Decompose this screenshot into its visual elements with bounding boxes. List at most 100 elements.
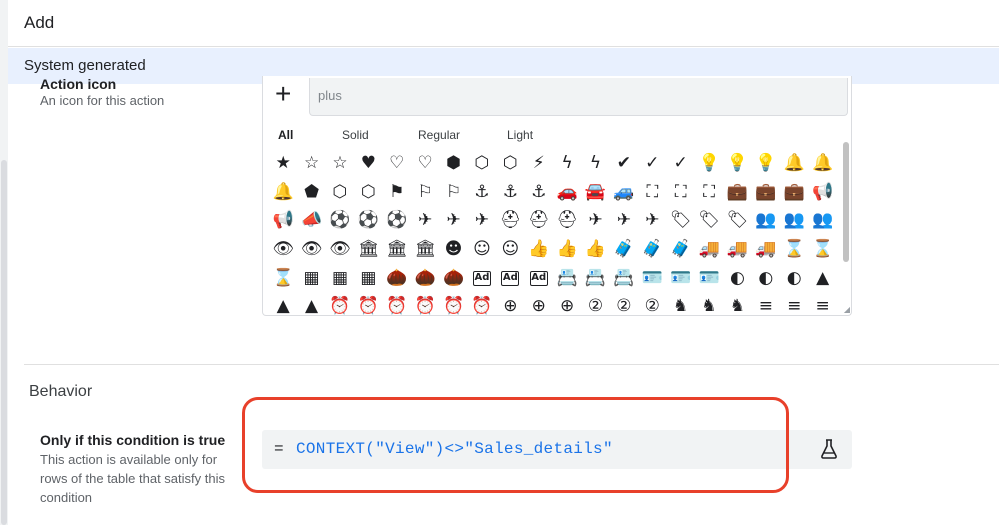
icon-option-41-icon[interactable]: 📣	[297, 206, 325, 235]
icon-option-70-icon[interactable]: 👍	[553, 235, 581, 264]
icon-option-66-icon[interactable]: ☻	[439, 235, 467, 264]
tab-regular[interactable]: Regular	[418, 128, 460, 142]
icon-option-9-icon[interactable]: ⚡	[525, 149, 553, 178]
icon-option-60-icon[interactable]: 👁	[269, 235, 297, 264]
icon-option-119-icon[interactable]: ≡	[808, 292, 836, 315]
icon-option-20-icon[interactable]: 🔔	[269, 178, 297, 207]
icon-option-86-icon[interactable]: 🌰	[439, 264, 467, 293]
tab-solid[interactable]: Solid	[342, 128, 369, 142]
icon-option-116-icon[interactable]: ♞	[723, 292, 751, 315]
icon-option-38-icon[interactable]: 💼	[780, 178, 808, 207]
icon-option-4-icon[interactable]: ♡	[383, 149, 411, 178]
icon-grid-scrollbar[interactable]	[843, 142, 849, 314]
icon-grid-scrollbar-thumb[interactable]	[843, 142, 849, 262]
icon-option-58-icon[interactable]: 👥	[780, 206, 808, 235]
icon-option-34-icon[interactable]: ⛶	[666, 178, 694, 207]
icon-option-114-icon[interactable]: ♞	[666, 292, 694, 315]
icon-option-95-icon[interactable]: 🪪	[695, 264, 723, 293]
icon-option-76-icon[interactable]: 🚚	[723, 235, 751, 264]
icon-option-111-icon[interactable]: ②	[581, 292, 609, 315]
icon-option-69-icon[interactable]: 👍	[525, 235, 553, 264]
icon-option-109-icon[interactable]: ⊕	[525, 292, 553, 315]
icon-option-11-icon[interactable]: ϟ	[581, 149, 609, 178]
icon-option-68-icon[interactable]: ☺	[496, 235, 524, 264]
icon-option-7-icon[interactable]: ⬡	[468, 149, 496, 178]
icon-option-19-icon[interactable]: 🔔	[808, 149, 836, 178]
icon-option-84-icon[interactable]: 🌰	[383, 264, 411, 293]
icon-option-101-icon[interactable]: ▲	[297, 292, 325, 315]
icon-option-108-icon[interactable]: ⊕	[496, 292, 524, 315]
icon-option-103-icon[interactable]: ⏰	[354, 292, 382, 315]
icon-option-43-icon[interactable]: ⚽	[354, 206, 382, 235]
icon-option-48-icon[interactable]: ⛑	[496, 206, 524, 235]
icon-option-23-icon[interactable]: ⬡	[354, 178, 382, 207]
icon-option-61-icon[interactable]: 👁	[297, 235, 325, 264]
page-scrollbar[interactable]	[0, 0, 8, 525]
icon-option-14-icon[interactable]: ✓	[666, 149, 694, 178]
icon-option-3-icon[interactable]: ♥	[354, 149, 382, 178]
icon-option-21-icon[interactable]: ⬟	[297, 178, 325, 207]
icon-option-44-icon[interactable]: ⚽	[383, 206, 411, 235]
icon-option-106-icon[interactable]: ⏰	[439, 292, 467, 315]
icon-option-22-icon[interactable]: ⬡	[326, 178, 354, 207]
icon-option-93-icon[interactable]: 🪪	[638, 264, 666, 293]
icon-option-100-icon[interactable]: ▲	[269, 292, 297, 315]
icon-option-53-icon[interactable]: ✈	[638, 206, 666, 235]
icon-option-72-icon[interactable]: 🧳	[610, 235, 638, 264]
icon-option-102-icon[interactable]: ⏰	[326, 292, 354, 315]
tab-light[interactable]: Light	[507, 128, 533, 142]
icon-option-104-icon[interactable]: ⏰	[383, 292, 411, 315]
icon-option-29-icon[interactable]: ⚓	[525, 178, 553, 207]
tab-all[interactable]: All	[278, 128, 293, 142]
expression-text[interactable]: CONTEXT("View")<>"Sales_details"	[296, 440, 613, 458]
page-scrollbar-thumb[interactable]	[1, 160, 7, 525]
icon-option-113-icon[interactable]: ②	[638, 292, 666, 315]
icon-option-33-icon[interactable]: ⛶	[638, 178, 666, 207]
icon-option-2-icon[interactable]: ☆	[326, 149, 354, 178]
icon-option-80-icon[interactable]: ⌛	[269, 264, 297, 293]
icon-option-83-icon[interactable]: ▦	[354, 264, 382, 293]
icon-option-87-icon[interactable]: Ad	[472, 270, 491, 286]
icon-option-1-icon[interactable]: ☆	[297, 149, 325, 178]
icon-search-input[interactable]	[318, 88, 818, 103]
icon-option-92-icon[interactable]: 📇	[610, 264, 638, 293]
icon-option-25-icon[interactable]: ⚐	[411, 178, 439, 207]
icon-option-45-icon[interactable]: ✈	[411, 206, 439, 235]
icon-option-81-icon[interactable]: ▦	[297, 264, 325, 293]
icon-option-40-icon[interactable]: 📢	[269, 206, 297, 235]
icon-option-28-icon[interactable]: ⚓	[496, 178, 524, 207]
icon-option-77-icon[interactable]: 🚚	[752, 235, 780, 264]
icon-option-5-icon[interactable]: ♡	[411, 149, 439, 178]
icon-option-35-icon[interactable]: ⛶	[695, 178, 723, 207]
icon-option-67-icon[interactable]: ☺	[468, 235, 496, 264]
icon-option-107-icon[interactable]: ⏰	[468, 292, 496, 315]
icon-option-39-icon[interactable]: 📢	[808, 178, 836, 207]
icon-option-64-icon[interactable]: 🏛	[383, 235, 411, 264]
icon-option-71-icon[interactable]: 👍	[581, 235, 609, 264]
icon-option-30-icon[interactable]: 🚗	[553, 178, 581, 207]
icon-option-96-icon[interactable]: ◐	[723, 264, 751, 293]
icon-option-85-icon[interactable]: 🌰	[411, 264, 439, 293]
icon-option-99-icon[interactable]: ▲	[808, 264, 836, 293]
icon-option-78-icon[interactable]: ⌛	[780, 235, 808, 264]
icon-option-90-icon[interactable]: 📇	[553, 264, 581, 293]
icon-option-91-icon[interactable]: 📇	[581, 264, 609, 293]
icon-option-16-icon[interactable]: 💡	[723, 149, 751, 178]
icon-option-51-icon[interactable]: ✈	[581, 206, 609, 235]
icon-option-110-icon[interactable]: ⊕	[553, 292, 581, 315]
icon-option-89-icon[interactable]: Ad	[529, 270, 548, 286]
icon-option-52-icon[interactable]: ✈	[610, 206, 638, 235]
icon-option-32-icon[interactable]: 🚙	[610, 178, 638, 207]
icon-option-94-icon[interactable]: 🪪	[666, 264, 694, 293]
icon-option-47-icon[interactable]: ✈	[468, 206, 496, 235]
icon-option-73-icon[interactable]: 🧳	[638, 235, 666, 264]
flask-icon[interactable]	[820, 439, 838, 459]
icon-option-112-icon[interactable]: ②	[610, 292, 638, 315]
icon-option-59-icon[interactable]: 👥	[808, 206, 836, 235]
icon-option-54-icon[interactable]: 🏷	[666, 206, 694, 235]
icon-option-62-icon[interactable]: 👁	[326, 235, 354, 264]
icon-option-79-icon[interactable]: ⌛	[808, 235, 836, 264]
icon-option-26-icon[interactable]: ⚐	[439, 178, 467, 207]
icon-search-box[interactable]	[309, 78, 848, 116]
icon-option-50-icon[interactable]: ⛑	[553, 206, 581, 235]
